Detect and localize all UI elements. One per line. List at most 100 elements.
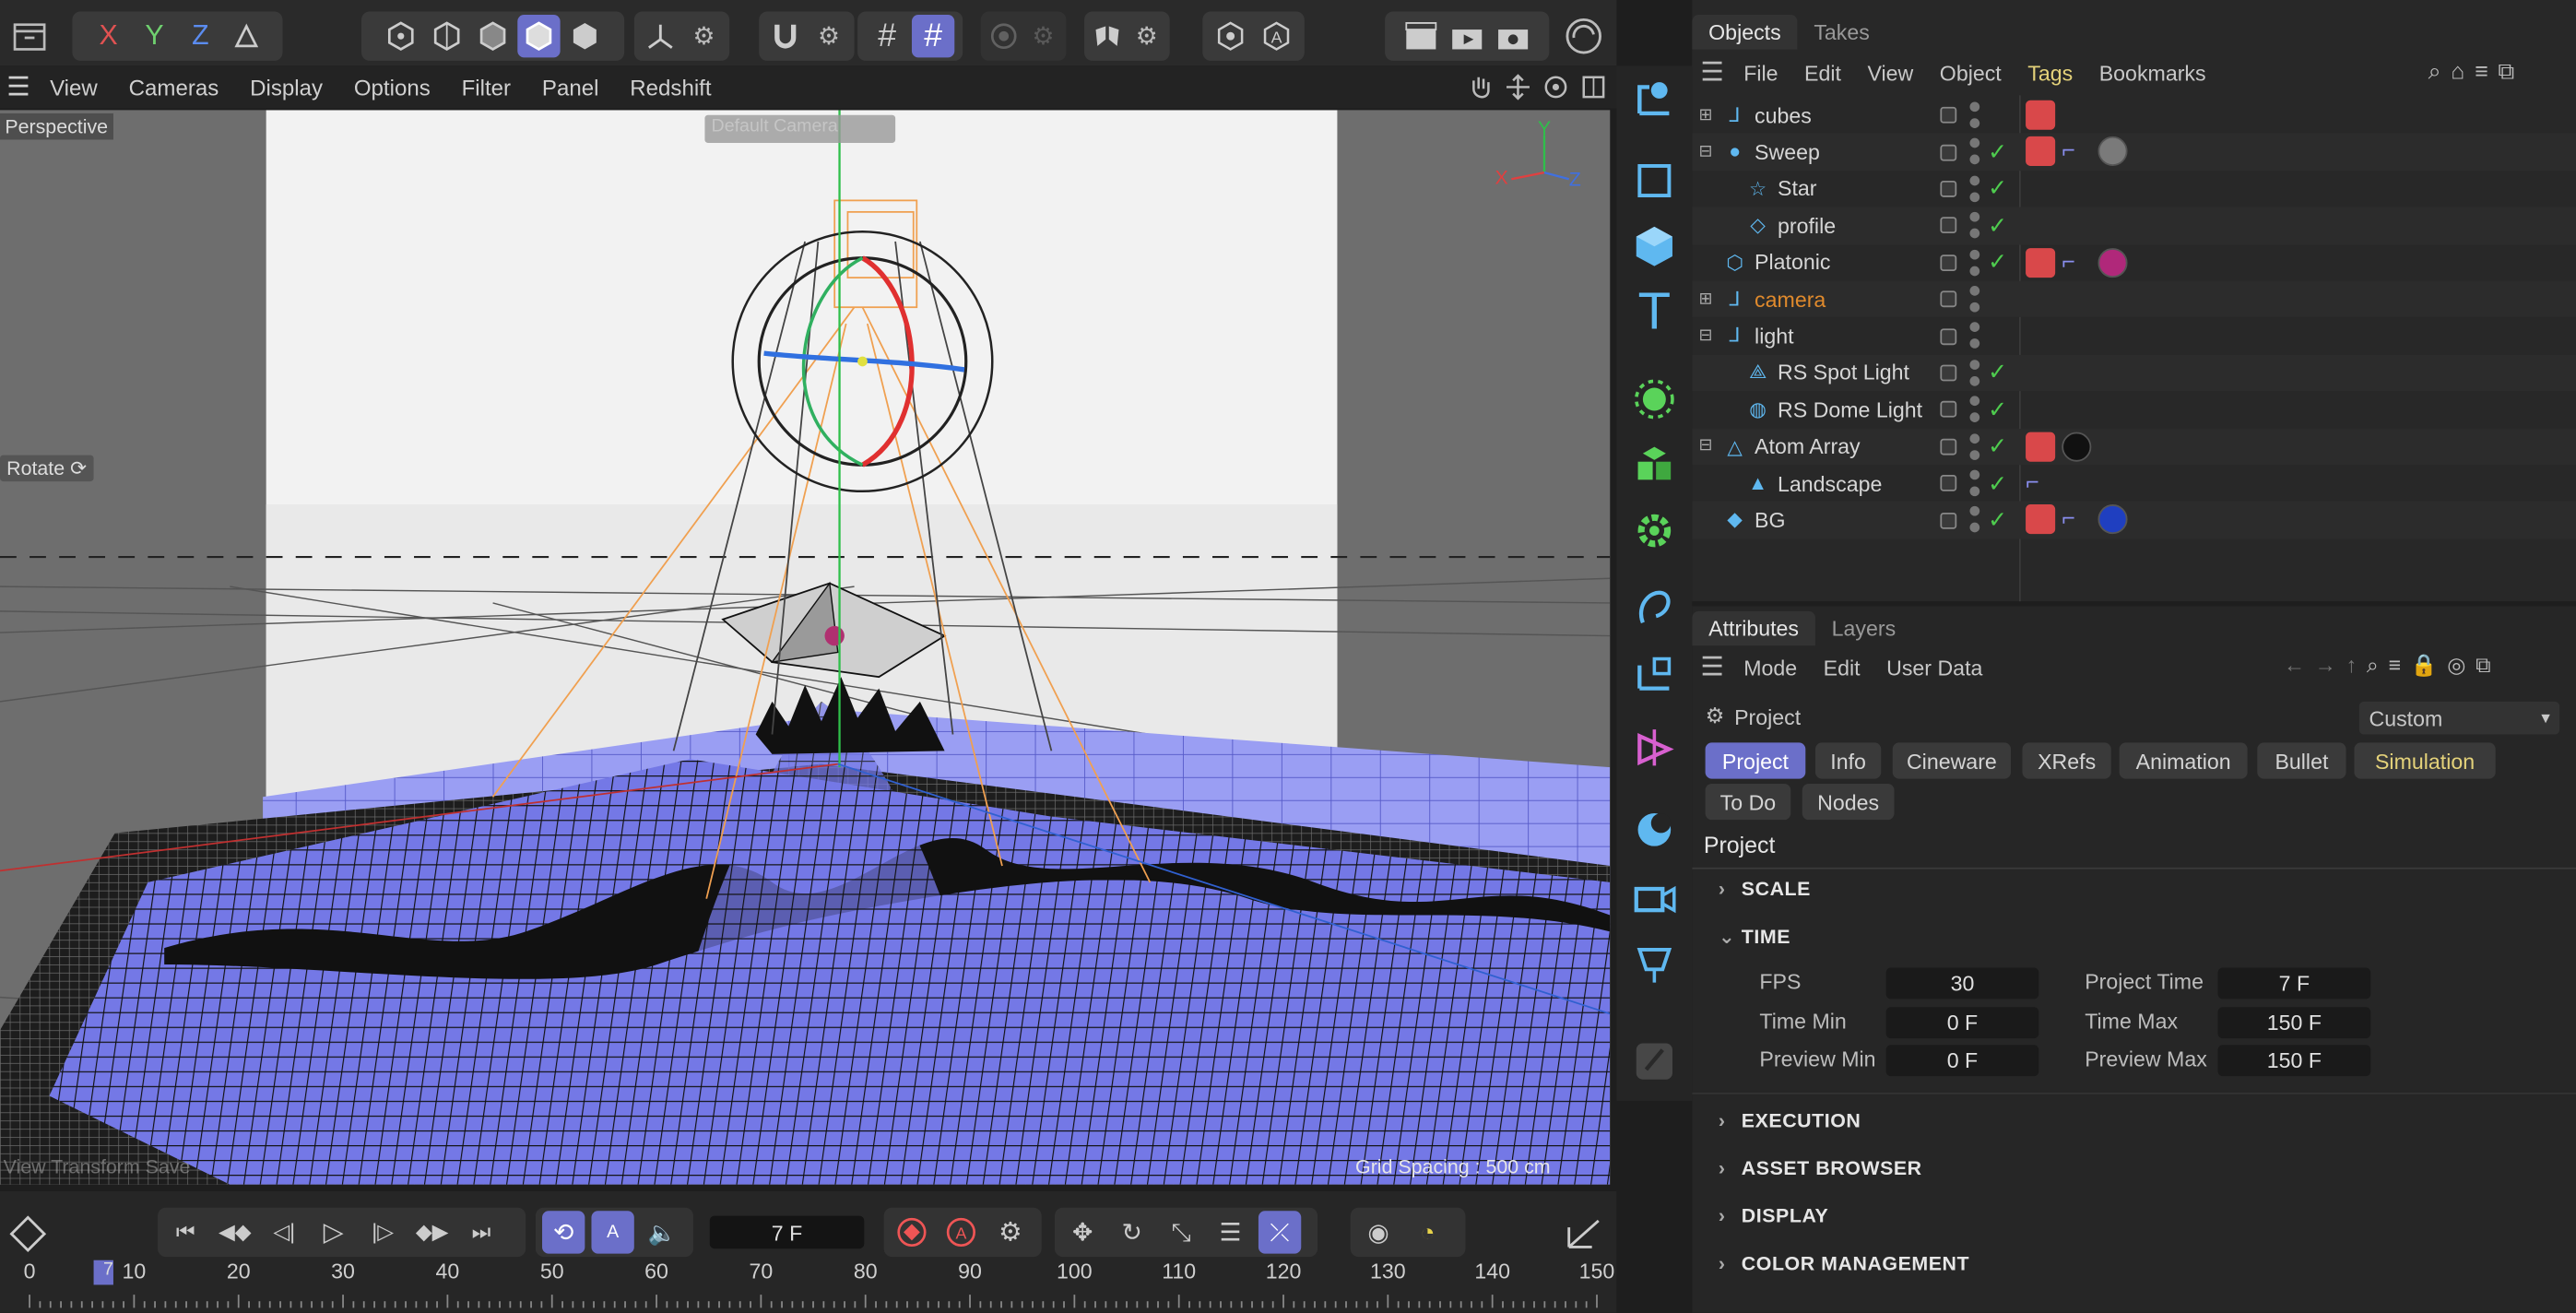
key-pla-icon[interactable]: ⤫ — [1258, 1211, 1302, 1254]
tab-objects[interactable]: Objects — [1692, 14, 1798, 49]
phong-tag-icon[interactable]: ⌐ — [2026, 468, 2039, 495]
attribute-pill[interactable]: Cineware — [1892, 742, 2012, 779]
attributes-menu-mode[interactable]: Mode — [1743, 655, 1797, 680]
render-view-icon[interactable] — [1400, 15, 1442, 57]
layer-toggle-icon[interactable] — [1940, 254, 1957, 271]
object-row[interactable]: ⊟ ⅃ light — [1692, 318, 2576, 355]
play-icon[interactable]: ▷ — [313, 1211, 355, 1253]
attribute-pill[interactable]: Project — [1705, 742, 1806, 779]
symmetry-settings-icon[interactable]: ⚙ — [1128, 15, 1164, 57]
back-arrow-icon[interactable]: ← — [2284, 652, 2305, 679]
material-tag-icon[interactable] — [2026, 431, 2056, 461]
visibility-dots-icon[interactable] — [1969, 286, 1980, 313]
uv-mode-icon[interactable] — [563, 15, 606, 57]
enabled-check-icon[interactable]: ✓ — [1988, 175, 2007, 203]
object-row[interactable]: ▲ Landscape ✓ ⌐ — [1692, 465, 2576, 502]
enabled-check-icon[interactable]: ✓ — [1988, 506, 2007, 534]
model-mode-icon[interactable] — [517, 15, 561, 58]
filter-icon[interactable]: ≡ — [2475, 57, 2488, 85]
time-min-field[interactable]: 0 F — [1885, 1007, 2039, 1039]
target-icon[interactable]: ◎ — [2447, 652, 2465, 679]
autokey-icon[interactable]: A — [939, 1211, 982, 1253]
key-scale-icon[interactable]: ⤡ — [1160, 1211, 1202, 1253]
menu-panel[interactable]: Panel — [542, 75, 599, 100]
layer-toggle-icon[interactable] — [1940, 144, 1957, 160]
layer-toggle-icon[interactable] — [1940, 327, 1957, 345]
fps-field[interactable]: 30 — [1885, 967, 2039, 1000]
deformer-tool-icon[interactable] — [1616, 498, 1692, 563]
attr-search-icon[interactable]: ⌕ — [2367, 652, 2379, 679]
enabled-check-icon[interactable]: ✓ — [1988, 396, 2007, 423]
cube-tool-icon[interactable] — [1616, 214, 1692, 279]
material-ball-icon[interactable] — [2097, 504, 2128, 535]
objects-menu-tags[interactable]: Tags — [2027, 60, 2073, 85]
expand-toggle-icon[interactable]: ⊞ — [1698, 290, 1715, 309]
environment-tool-icon[interactable] — [1616, 797, 1692, 862]
key-settings-icon[interactable]: ⚙ — [989, 1211, 1032, 1253]
objects-menu-object[interactable]: Object — [1940, 60, 2002, 85]
attributes-menu-edit[interactable]: Edit — [1824, 655, 1861, 680]
expand-toggle-icon[interactable]: ⊟ — [1698, 437, 1715, 455]
material-tag-icon[interactable] — [2026, 136, 2056, 167]
sculpt-tool-icon[interactable] — [1616, 1028, 1692, 1094]
objects-menu-bookmarks[interactable]: Bookmarks — [2099, 60, 2206, 85]
enabled-check-icon[interactable]: ✓ — [1988, 469, 2007, 497]
objects-hamburger-icon[interactable]: ☰ — [1700, 56, 1724, 89]
move-view-icon[interactable] — [1503, 72, 1532, 101]
project-time-field[interactable]: 7 F — [2217, 967, 2371, 1000]
spline-tool-icon[interactable] — [1616, 148, 1692, 213]
rotate-view-icon[interactable] — [1541, 72, 1570, 101]
menu-redshift[interactable]: Redshift — [630, 75, 711, 100]
menu-view[interactable]: View — [50, 75, 98, 100]
enabled-check-icon[interactable]: ✓ — [1988, 249, 2007, 277]
layer-toggle-icon[interactable] — [1940, 107, 1957, 124]
object-row[interactable]: ☆ Star ✓ — [1692, 171, 2576, 207]
visibility-dots-icon[interactable] — [1969, 322, 1980, 349]
visibility-dots-icon[interactable] — [1969, 249, 1980, 276]
key-position-icon[interactable]: ✥ — [1061, 1211, 1104, 1253]
objects-menu-view[interactable]: View — [1867, 60, 1913, 85]
visibility-dots-icon[interactable] — [1969, 506, 1980, 534]
x-axis-button[interactable]: X — [87, 15, 129, 57]
viewport-name-label[interactable]: Perspective — [0, 112, 113, 140]
workplane-icon[interactable]: # — [911, 15, 955, 58]
section-header[interactable]: › DISPLAY — [1719, 1204, 1828, 1227]
sound-icon[interactable]: 🔈 — [641, 1211, 683, 1253]
layer-toggle-icon[interactable] — [1940, 512, 1957, 529]
camera-tool-icon[interactable] — [1616, 866, 1692, 931]
auto-icon[interactable]: A — [1255, 15, 1297, 57]
attributes-hamburger-icon[interactable]: ☰ — [1700, 651, 1724, 684]
visibility-dots-icon[interactable] — [1969, 359, 1980, 386]
edges-mode-icon[interactable] — [426, 15, 468, 57]
points-mode-icon[interactable] — [380, 15, 422, 57]
object-row[interactable]: ◇ profile ✓ — [1692, 207, 2576, 244]
section-header[interactable]: › COLOR MANAGEMENT — [1719, 1252, 1969, 1275]
section-header[interactable]: › EXECUTION — [1719, 1109, 1861, 1132]
key-param-icon[interactable]: ☰ — [1209, 1211, 1251, 1253]
axis-tool-icon[interactable] — [639, 15, 680, 57]
section-header[interactable]: ⌄ TIME — [1719, 925, 1790, 948]
preset-dropdown[interactable]: Custom ▼ — [2358, 701, 2560, 735]
menu-options[interactable]: Options — [354, 75, 431, 100]
visibility-dots-icon[interactable] — [1969, 101, 1980, 128]
enabled-check-icon[interactable]: ✓ — [1988, 432, 2007, 460]
section-header[interactable]: › SCALE — [1719, 878, 1811, 901]
layer-toggle-icon[interactable] — [1940, 180, 1957, 197]
magnet-icon[interactable] — [764, 15, 806, 57]
menu-filter[interactable]: Filter — [462, 75, 511, 100]
viewport-3d[interactable]: Perspective Default Camera Rotate ⟳ X Y … — [0, 110, 1611, 1185]
volume-tool-icon[interactable] — [1616, 715, 1692, 780]
home-icon[interactable]: ⌂ — [2451, 57, 2464, 85]
layer-toggle-icon[interactable] — [1940, 290, 1957, 308]
tab-takes[interactable]: Takes — [1798, 14, 1886, 48]
text-tool-icon[interactable]: T — [1616, 279, 1692, 345]
polygons-mode-icon[interactable] — [471, 15, 514, 57]
material-ball-icon[interactable] — [2062, 431, 2092, 461]
solo-icon[interactable] — [986, 15, 1022, 57]
archive-icon[interactable] — [10, 17, 50, 65]
grid-icon[interactable]: # — [866, 15, 908, 57]
objects-menu-file[interactable]: File — [1743, 60, 1778, 85]
layer-toggle-icon[interactable] — [1940, 364, 1957, 382]
material-tag-icon[interactable] — [2026, 247, 2056, 278]
phong-tag-icon[interactable]: ⌐ — [2062, 137, 2075, 164]
